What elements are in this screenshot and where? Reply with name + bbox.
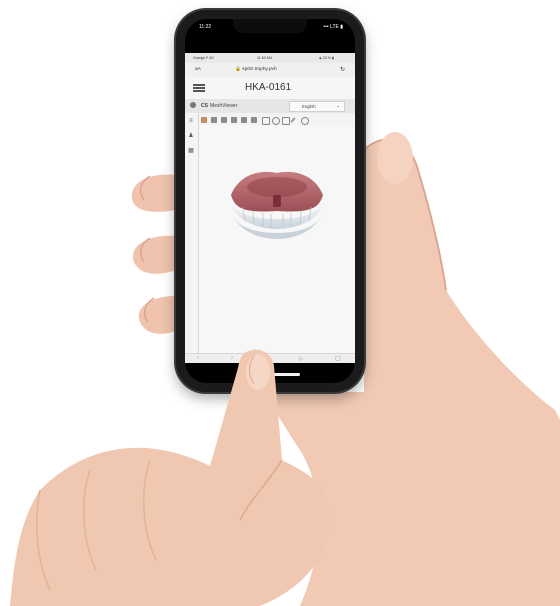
phone-notch xyxy=(233,19,307,33)
pointing-hand xyxy=(10,349,330,606)
status-indicators: ••• LTE ▮ xyxy=(323,24,343,30)
status-time: 11:22 xyxy=(199,24,212,30)
scene: 11:22 ••• LTE ▮ Orange F 4G 11:50 AM ◈ 2… xyxy=(0,0,560,606)
